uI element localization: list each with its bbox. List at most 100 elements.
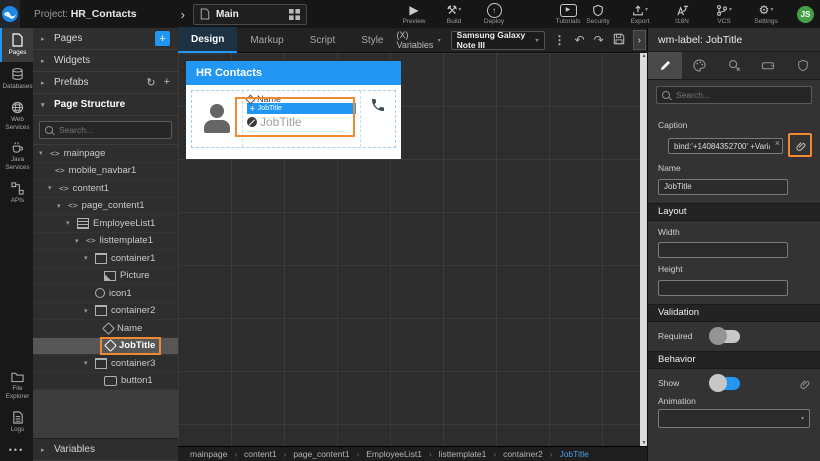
section-page-structure[interactable]: Page Structure [33, 94, 178, 116]
redo-icon[interactable]: ↷ [594, 34, 604, 46]
refresh-icon[interactable]: ↻ [146, 76, 155, 89]
width-input[interactable] [658, 242, 788, 258]
properties-search-input[interactable] [674, 89, 806, 101]
text-cell[interactable]: Name + JobTitle JobTitle [235, 91, 360, 147]
tree-item-icon1[interactable]: icon1 [33, 285, 178, 303]
tree-item-name[interactable]: Name [33, 320, 178, 338]
settings-button[interactable]: ⚙ ▾ Settings [751, 3, 781, 25]
breadcrumb-employeelist1[interactable]: EmployeeList1 [366, 449, 422, 459]
tree-item-content1[interactable]: content1 [33, 180, 178, 198]
scroll-up-icon[interactable]: ▲ [642, 53, 647, 59]
show-toggle[interactable] [709, 374, 740, 392]
mockup-app-header: HR Contacts [186, 61, 401, 85]
tree-item-picture[interactable]: Picture [33, 268, 178, 285]
search-icon [45, 126, 53, 134]
rail-item-databases[interactable]: Databases [0, 62, 33, 96]
selection-highlight-box: JobTitle [100, 336, 162, 355]
user-avatar[interactable]: JS [797, 5, 814, 23]
breadcrumb-container2[interactable]: container2 [503, 449, 543, 459]
rail-item-file-explorer[interactable]: File Explorer [0, 366, 33, 406]
person-icon [202, 104, 232, 134]
chevron-right-icon [41, 35, 48, 43]
container-icon [95, 252, 107, 264]
design-canvas[interactable]: HR Contacts Name + JobTitle JobTitle ▲ ▼ [178, 53, 648, 446]
tree-item-page-content1[interactable]: page_content1 [33, 198, 178, 215]
animation-select[interactable]: ▾ [658, 408, 810, 428]
jobtitle-label-widget[interactable]: JobTitle [247, 115, 346, 132]
breadcrumb-page-content1[interactable]: page_content1 [293, 449, 349, 459]
tab-security[interactable] [785, 52, 820, 79]
width-label: Width [658, 226, 680, 237]
tab-device[interactable] [751, 52, 786, 79]
wavemaker-logo[interactable] [0, 0, 21, 28]
more-icon[interactable]: ••• [0, 439, 33, 461]
breadcrumb-listtemplate1[interactable]: listtemplate1 [439, 449, 487, 459]
i18n-button[interactable]: I18N [667, 4, 697, 25]
breadcrumb-mainpage[interactable]: mainpage [190, 449, 227, 459]
tree-item-button1[interactable]: button1 [33, 373, 178, 390]
rail-item-logs[interactable]: Logs [0, 406, 33, 439]
tab-markup[interactable]: Markup [237, 28, 296, 52]
page-name: Main [216, 8, 239, 20]
add-page-button[interactable]: + [155, 31, 170, 46]
section-variables[interactable]: Variables [33, 438, 178, 461]
panel-collapse-button[interactable]: › [632, 30, 646, 50]
rail-item-apis[interactable]: APIs [0, 177, 33, 210]
show-bind-button[interactable] [799, 378, 810, 389]
section-prefabs[interactable]: Prefabs ↻ + [33, 72, 178, 94]
breadcrumb-jobtitle[interactable]: JobTitle [559, 449, 588, 459]
section-widgets[interactable]: Widgets [33, 50, 178, 72]
kebab-menu-icon[interactable]: ⋮ [554, 34, 566, 46]
clear-icon[interactable]: × [775, 138, 780, 148]
phone-cell[interactable] [360, 91, 395, 147]
undo-icon[interactable]: ↶ [575, 34, 585, 46]
caret-down-icon: ▾ [800, 415, 804, 422]
picture-cell[interactable] [192, 91, 243, 147]
rail-item-pages[interactable]: Pages [0, 28, 33, 62]
toggle-knob [709, 374, 727, 392]
preview-button[interactable]: ▶ Preview [399, 3, 429, 25]
tree-item-jobtitle[interactable]: JobTitle [33, 336, 178, 355]
vcs-button[interactable]: ▾ VCS [709, 4, 739, 25]
tree-item-mainpage[interactable]: mainpage [33, 145, 178, 163]
variables-dropdown[interactable]: (X) Variables ▾ [397, 30, 441, 50]
jobtitle-drop-indicator[interactable]: + JobTitle [247, 103, 356, 114]
tree-item-listtemplate1[interactable]: listtemplate1 [33, 233, 178, 250]
device-selector[interactable]: Samsung Galaxy Note III ▾ [450, 30, 545, 50]
export-button[interactable]: ▾ Export [625, 4, 655, 25]
chevron-down-icon [48, 184, 55, 192]
tab-design[interactable]: Design [178, 27, 238, 53]
required-toggle[interactable] [709, 327, 740, 345]
tutorials-button[interactable]: ▶ Tutorials [553, 3, 583, 25]
tree-item-container2[interactable]: container2 [33, 303, 178, 320]
breadcrumb-content1[interactable]: content1 [244, 449, 277, 459]
caption-input[interactable] [668, 138, 783, 155]
tab-script[interactable]: Script [297, 28, 349, 52]
rail-item-web-services[interactable]: Web Services [0, 96, 33, 137]
security-button[interactable]: Security [583, 4, 613, 25]
tab-style[interactable]: Style [348, 28, 396, 52]
tree-item-employeelist1[interactable]: EmployeeList1 [33, 215, 178, 233]
height-input[interactable] [658, 279, 788, 296]
tab-styles[interactable] [682, 52, 717, 79]
tree-item-container1[interactable]: container1 [33, 250, 178, 268]
tree-item-container3[interactable]: container3 [33, 355, 178, 373]
section-pages[interactable]: Pages + [33, 28, 178, 50]
grid-icon[interactable] [289, 8, 300, 20]
center-workspace: Design Markup Script Style (X) Variables… [178, 27, 648, 461]
page-selector[interactable]: Main [193, 3, 307, 25]
rail-item-java-services[interactable]: Java Services [0, 136, 33, 177]
structure-search-input[interactable] [57, 124, 166, 136]
deploy-button[interactable]: ↑ Deploy [479, 2, 509, 25]
add-prefab-button[interactable]: + [164, 76, 170, 89]
caption-bind-button[interactable] [788, 133, 812, 157]
name-input[interactable] [658, 178, 788, 195]
tab-conditions[interactable] [716, 52, 752, 79]
save-icon[interactable] [613, 33, 625, 47]
scroll-down-icon[interactable]: ▼ [642, 440, 647, 446]
employee-list-item[interactable]: Name + JobTitle JobTitle [191, 90, 396, 148]
code-icon [86, 235, 96, 246]
tree-item-mobile-navbar1[interactable]: mobile_navbar1 [33, 163, 178, 180]
build-button[interactable]: ⚒ ▾ Build [439, 3, 469, 25]
tab-properties[interactable] [648, 52, 683, 79]
